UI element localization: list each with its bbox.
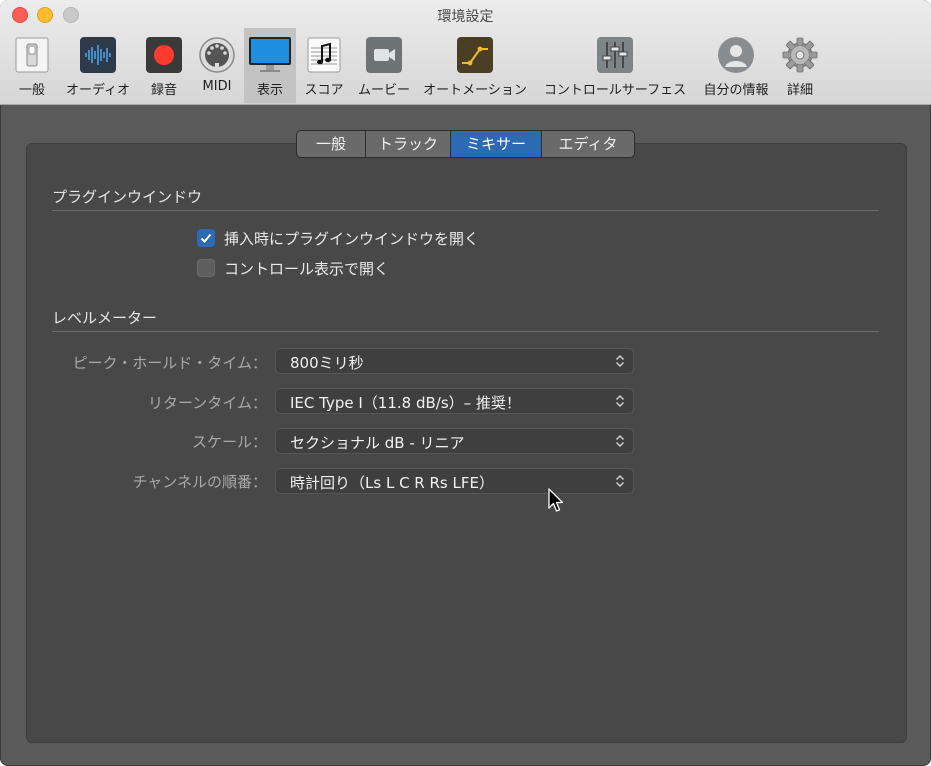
popup-value: セクショナル dB - リニア [290, 434, 465, 452]
movie-camera-icon [365, 36, 403, 74]
toolbar-label: 一般 [18, 83, 45, 98]
open-plugin-on-insert-checkbox[interactable] [197, 229, 215, 247]
toolbar-item-general[interactable]: 一般 [10, 28, 54, 103]
toolbar-item-control-surfaces[interactable]: コントロールサーフェス [542, 28, 688, 103]
toolbar-item-midi[interactable]: MIDI [194, 28, 240, 103]
tab-editor[interactable]: エディタ [542, 131, 634, 157]
preferences-window: 環境設定 一般 オーディオ 録音 MIDI 表示 スコア ムービー オートメーシ… [0, 0, 931, 766]
tab-mixer[interactable]: ミキサー [451, 131, 542, 157]
toolbar-item-my-info[interactable]: 自分の情報 [698, 28, 774, 103]
updown-arrows-icon [615, 394, 625, 408]
popup-value: 時計回り（Ls L C R Rs LFE） [290, 474, 494, 492]
channel-order-popup[interactable]: 時計回り（Ls L C R Rs LFE） [275, 468, 634, 494]
record-icon [145, 36, 183, 74]
tab-bar: 一般 トラック ミキサー エディタ [296, 130, 635, 158]
midi-connector-icon [198, 36, 236, 74]
tab-track[interactable]: トラック [366, 131, 451, 157]
section-divider [52, 331, 879, 332]
toolbar-item-movie[interactable]: ムービー [354, 28, 414, 103]
display-monitor-icon [249, 36, 291, 74]
checkbox-label: 挿入時にプラグインウインドウを開く [224, 230, 480, 248]
checkbox-label: コントロール表示で開く [224, 260, 390, 278]
toolbar-label: コントロールサーフェス [543, 83, 687, 98]
toolbar-item-audio[interactable]: オーディオ [62, 28, 134, 103]
gear-icon [781, 36, 819, 74]
toolbar-label: 表示 [256, 83, 283, 98]
toolbar-item-record[interactable]: 録音 [142, 28, 186, 103]
updown-arrows-icon [615, 474, 625, 488]
popup-value: IEC Type I（11.8 dB/s）– 推奨！ [290, 394, 521, 412]
toolbar-item-score[interactable]: スコア [300, 28, 348, 103]
channel-order-label: チャンネルの順番： [132, 473, 267, 491]
toolbar-label: 詳細 [786, 83, 813, 98]
return-time-label: リターンタイム： [148, 394, 267, 412]
toolbar-label: 録音 [150, 83, 177, 98]
toolbar-item-automation[interactable]: オートメーション [420, 28, 530, 103]
score-notes-icon [305, 36, 343, 74]
title-bar: 環境設定 一般 オーディオ 録音 MIDI 表示 スコア ムービー オートメーシ… [0, 0, 931, 105]
updown-arrows-icon [615, 354, 625, 368]
audio-waveform-icon [79, 36, 117, 74]
toolbar-label: ムービー [357, 83, 410, 98]
scale-popup[interactable]: セクショナル dB - リニア [275, 428, 634, 454]
faders-icon [596, 36, 634, 74]
toolbar-label: スコア [304, 83, 344, 98]
peak-hold-time-popup[interactable]: 800ミリ秒 [275, 348, 634, 374]
user-avatar-icon [717, 36, 755, 74]
section-divider [52, 210, 879, 211]
section-heading-level-meter: レベルメーター [52, 309, 158, 327]
toolbar-item-display[interactable]: 表示 [244, 28, 296, 103]
toolbar-label: オートメーション [423, 83, 527, 98]
peak-hold-time-label: ピーク・ホールド・タイム： [72, 354, 267, 372]
toolbar-label: MIDI [202, 79, 232, 94]
checkmark-icon [200, 233, 212, 243]
updown-arrows-icon [615, 434, 625, 448]
scale-label: スケール： [191, 433, 267, 451]
toolbar-item-advanced[interactable]: 詳細 [778, 28, 822, 103]
mouse-pointer-icon [548, 488, 564, 512]
open-in-controls-view-checkbox[interactable] [197, 259, 215, 277]
return-time-popup[interactable]: IEC Type I（11.8 dB/s）– 推奨！ [275, 388, 634, 414]
general-switch-icon [13, 36, 51, 74]
tab-general[interactable]: 一般 [297, 131, 366, 157]
section-heading-plugin-window: プラグインウインドウ [52, 188, 203, 206]
window-title: 環境設定 [437, 9, 494, 25]
popup-value: 800ミリ秒 [290, 354, 364, 372]
toolbar-label: 自分の情報 [703, 83, 769, 98]
toolbar-label: オーディオ [65, 83, 131, 98]
automation-curve-icon [456, 36, 494, 74]
